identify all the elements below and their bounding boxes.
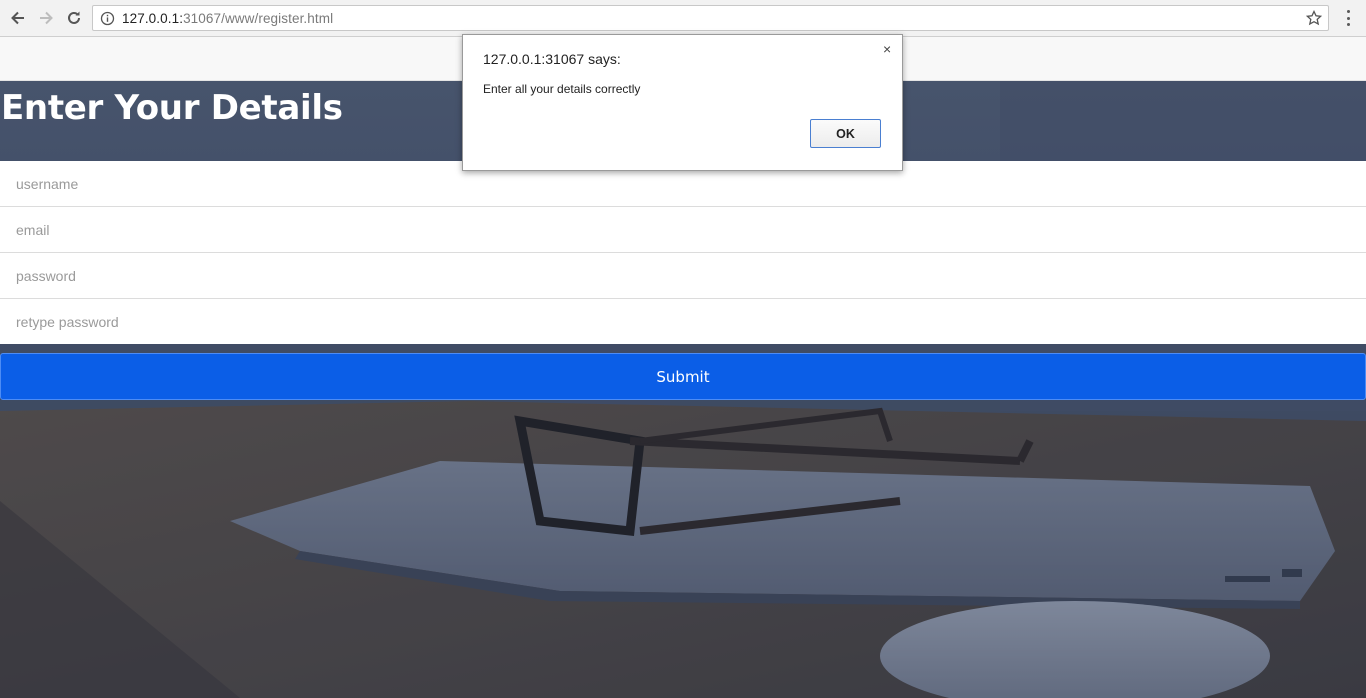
ok-button[interactable]: OK bbox=[810, 119, 881, 148]
password-field[interactable] bbox=[0, 253, 1366, 299]
submit-button[interactable]: Submit bbox=[0, 353, 1366, 400]
info-icon[interactable] bbox=[100, 11, 115, 26]
star-icon[interactable] bbox=[1306, 10, 1322, 26]
email-input[interactable] bbox=[0, 207, 1366, 252]
retype-password-field[interactable] bbox=[0, 299, 1366, 344]
back-arrow-icon[interactable] bbox=[6, 6, 30, 30]
url-host: 127.0.0.1: bbox=[122, 11, 184, 26]
forward-arrow-icon[interactable] bbox=[34, 6, 58, 30]
alert-dialog: 127.0.0.1:31067 says: × Enter all your d… bbox=[462, 34, 903, 171]
dialog-title: 127.0.0.1:31067 says: bbox=[483, 51, 621, 67]
reload-icon[interactable] bbox=[62, 6, 86, 30]
close-icon[interactable]: × bbox=[883, 41, 891, 57]
url-path: 31067/www/register.html bbox=[183, 11, 334, 26]
page-title: Enter Your Details bbox=[1, 88, 343, 128]
email-field[interactable] bbox=[0, 207, 1366, 253]
browser-toolbar: 127.0.0.1:31067/www/register.html bbox=[0, 0, 1366, 37]
password-input[interactable] bbox=[0, 253, 1366, 298]
retype-password-input[interactable] bbox=[0, 299, 1366, 344]
menu-dots-icon[interactable] bbox=[1340, 8, 1356, 28]
url-text: 127.0.0.1:31067/www/register.html bbox=[122, 11, 333, 26]
dialog-message: Enter all your details correctly bbox=[483, 82, 641, 96]
address-bar[interactable]: 127.0.0.1:31067/www/register.html bbox=[92, 5, 1329, 31]
